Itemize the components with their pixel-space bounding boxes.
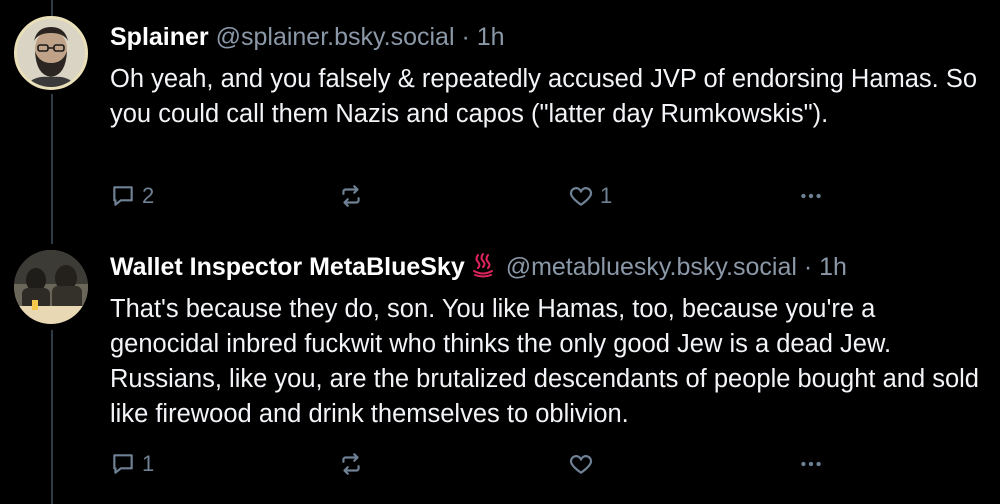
- more-options-button[interactable]: [798, 448, 824, 480]
- heart-icon: [569, 187, 593, 206]
- reply-button[interactable]: 2: [110, 180, 154, 212]
- heart-icon: [569, 455, 593, 474]
- group-photo-icon: [14, 250, 88, 324]
- hot-springs-icon: [472, 253, 493, 278]
- post-time[interactable]: 1h: [477, 23, 505, 51]
- like-button[interactable]: 1: [568, 180, 612, 212]
- author-handle[interactable]: @metabluesky.bsky.social: [506, 253, 797, 281]
- more-options-button[interactable]: [798, 180, 824, 212]
- post-actions: 2 1: [110, 180, 990, 212]
- like-count: 1: [600, 183, 613, 208]
- avatar[interactable]: [14, 16, 88, 90]
- post-header: Wallet Inspector MetaBlueSky @metabluesk…: [110, 252, 847, 282]
- post-text: That's because they do, son. You like Ha…: [110, 295, 979, 428]
- post-text: Oh yeah, and you falsely & repeatedly ac…: [110, 65, 978, 128]
- reply-count: 2: [142, 183, 155, 208]
- more-dots-icon: [801, 461, 821, 467]
- bearded-man-portrait-icon: [17, 19, 85, 87]
- author-name[interactable]: Wallet Inspector MetaBlueSky: [110, 253, 465, 281]
- more-dots-icon: [801, 193, 821, 199]
- repost-arrows-icon: [342, 185, 360, 207]
- post-header: Splainer @splainer.bsky.social · 1h: [110, 22, 505, 52]
- author-handle[interactable]: @splainer.bsky.social: [216, 23, 455, 51]
- post-metabluesky[interactable]: Wallet Inspector MetaBlueSky @metabluesk…: [0, 230, 1000, 504]
- repost-button[interactable]: [338, 180, 370, 212]
- reply-button[interactable]: 1: [110, 448, 154, 480]
- separator-dot: ·: [461, 23, 470, 51]
- avatar[interactable]: [14, 250, 88, 324]
- reply-bubble-icon: [113, 186, 133, 206]
- like-button[interactable]: [568, 448, 600, 480]
- repost-arrows-icon: [342, 453, 360, 475]
- post-splainer[interactable]: Splainer @splainer.bsky.social · 1h Oh y…: [0, 0, 1000, 230]
- author-name[interactable]: Splainer: [110, 23, 209, 51]
- repost-button[interactable]: [338, 448, 370, 480]
- post-actions: 1: [110, 448, 990, 480]
- separator-dot: ·: [803, 253, 813, 281]
- post-time[interactable]: 1h: [819, 253, 847, 281]
- reply-count: 1: [142, 451, 155, 476]
- reply-bubble-icon: [113, 454, 133, 474]
